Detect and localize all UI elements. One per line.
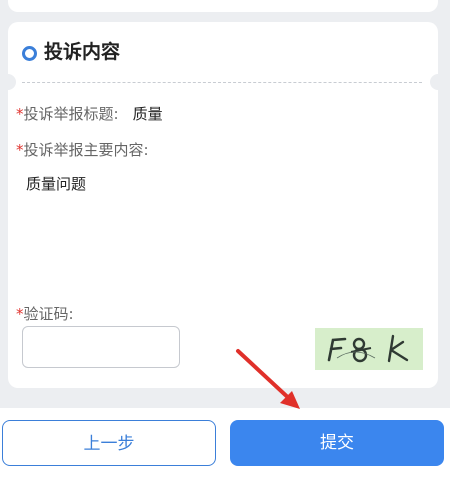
captcha-image[interactable] — [315, 328, 423, 370]
complaint-form-page: 投诉内容 *投诉举报标题: 质量 *投诉举报主要内容: 质量问题 *验证码: 上… — [0, 0, 450, 480]
section-divider — [22, 82, 422, 83]
captcha-input[interactable] — [22, 326, 180, 368]
subject-field: *投诉举报标题: 质量 — [16, 104, 163, 124]
bottom-action-bar: 上一步 提交 — [0, 408, 450, 480]
circle-dot-icon — [22, 46, 37, 61]
complaint-content-section: 投诉内容 *投诉举报标题: 质量 *投诉举报主要内容: 质量问题 *验证码: — [0, 22, 446, 388]
previous-section-card — [8, 0, 438, 12]
section-title: 投诉内容 — [44, 41, 121, 63]
card-notch-right — [430, 74, 446, 90]
content-field: *投诉举报主要内容: — [16, 140, 149, 160]
required-mark: * — [16, 105, 24, 123]
captcha-field: *验证码: — [16, 304, 74, 324]
required-mark: * — [16, 305, 24, 323]
captcha-glyphs — [327, 334, 409, 363]
subject-value[interactable]: 质量 — [133, 105, 163, 123]
subject-label: 投诉举报标题: — [23, 105, 119, 123]
card-notch-left — [0, 74, 16, 90]
section-header: 投诉内容 — [8, 22, 438, 82]
submit-button[interactable]: 提交 — [230, 420, 444, 466]
required-mark: * — [16, 141, 24, 159]
content-label: 投诉举报主要内容: — [23, 141, 149, 159]
captcha-label: 验证码: — [23, 305, 74, 323]
prev-step-button[interactable]: 上一步 — [2, 420, 216, 466]
content-value[interactable]: 质量问题 — [26, 174, 86, 194]
